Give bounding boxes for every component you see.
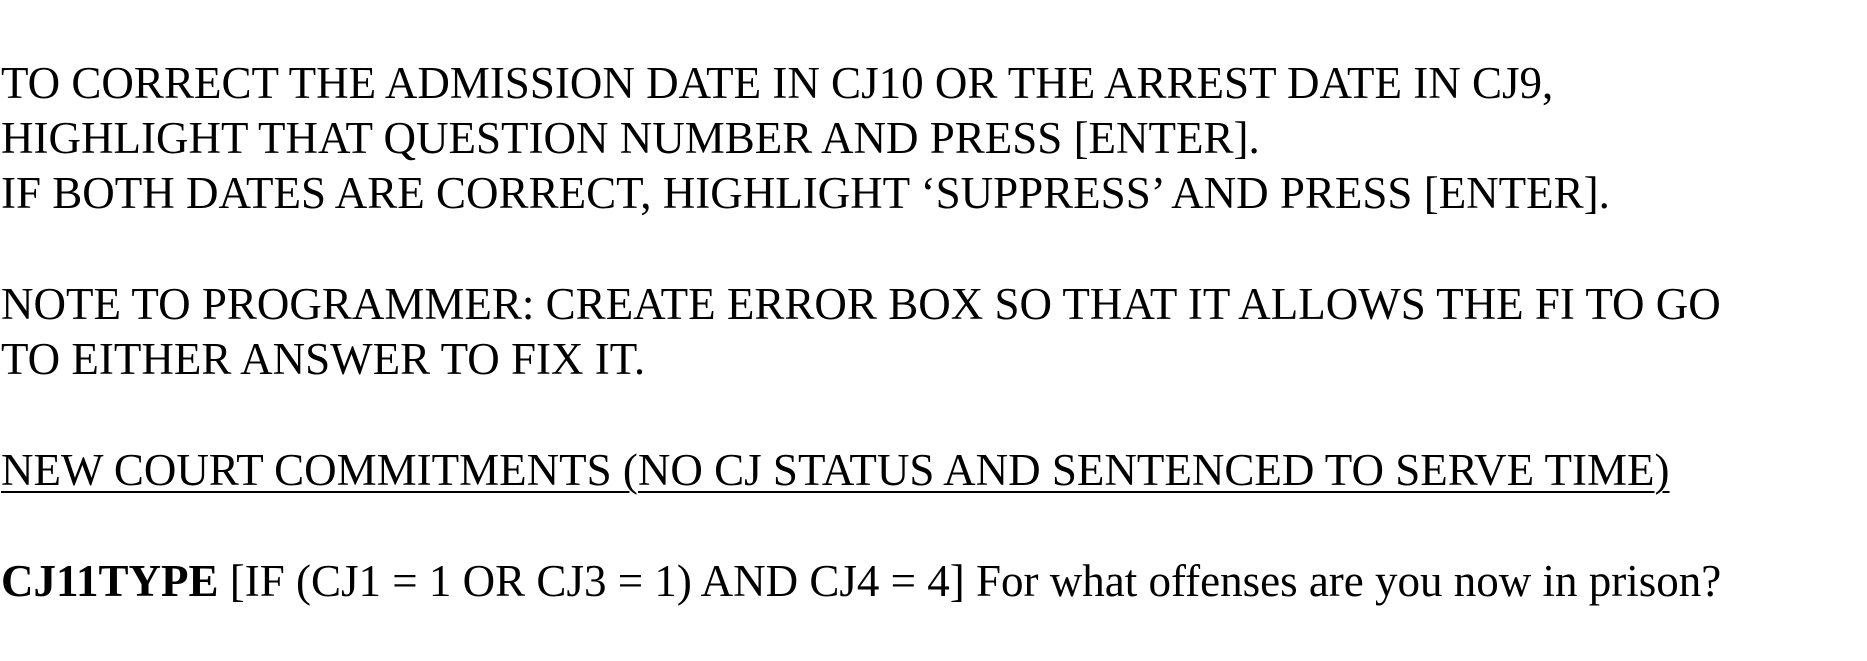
instruction-line-1: TO CORRECT THE ADMISSION DATE IN CJ10 OR… [1, 58, 1554, 108]
question-id: CJ11TYPE [1, 556, 219, 606]
document-page: TO CORRECT THE ADMISSION DATE IN CJ10 OR… [0, 0, 1867, 661]
section-heading: NEW COURT COMMITMENTS (NO CJ STATUS AND … [1, 445, 1670, 495]
question-text: [IF (CJ1 = 1 OR CJ3 = 1) AND CJ4 = 4] Fo… [218, 556, 1722, 606]
programmer-note-line-2: TO EITHER ANSWER TO FIX IT. [1, 334, 646, 384]
programmer-note-line-1: NOTE TO PROGRAMMER: CREATE ERROR BOX SO … [1, 279, 1721, 329]
instruction-line-3: IF BOTH DATES ARE CORRECT, HIGHLIGHT ‘SU… [1, 168, 1610, 218]
question-line: CJ11TYPE [IF (CJ1 = 1 OR CJ3 = 1) AND CJ… [1, 554, 1721, 609]
instruction-line-2: HIGHLIGHT THAT QUESTION NUMBER AND PRESS… [1, 113, 1260, 163]
